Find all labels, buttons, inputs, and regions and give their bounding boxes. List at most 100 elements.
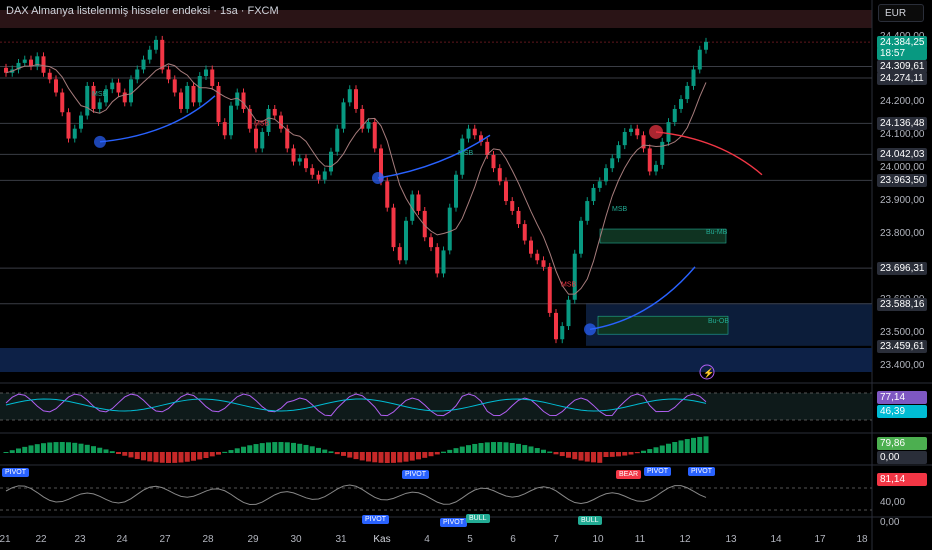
signal-tag: PIVOT — [644, 467, 672, 476]
histogram-bar — [184, 452, 190, 462]
histogram-bar — [697, 436, 703, 453]
histogram-bar — [53, 442, 59, 453]
x-tick-label: 22 — [35, 534, 47, 545]
price-chart[interactable]: MSB MSB MSB MSB MSB Bu-MB Bu-OB ⚡ — [0, 0, 932, 550]
structure-label: Bu-MB — [706, 229, 728, 236]
candle-body — [560, 326, 565, 340]
candle-body — [391, 207, 396, 248]
x-tick-label: 18 — [856, 534, 868, 545]
chart-background — [0, 0, 932, 550]
candle-body — [335, 128, 340, 152]
structure-label: MSB — [561, 282, 577, 289]
candle-body — [191, 85, 196, 103]
candle-body — [135, 69, 140, 80]
price-label: 24.274,11 — [877, 72, 927, 86]
candle-body — [29, 59, 33, 67]
candle-body — [672, 108, 677, 123]
histogram-bar — [372, 452, 378, 463]
histogram-bar — [284, 442, 290, 453]
candle-body — [160, 39, 165, 70]
histogram-bar — [534, 448, 540, 453]
histogram-bar — [241, 446, 246, 453]
histogram-bar — [528, 446, 534, 453]
candle-body — [272, 108, 277, 116]
price-label: 23.696,31 — [877, 262, 927, 276]
rsi-band — [0, 393, 872, 420]
histogram-bar — [209, 452, 215, 457]
histogram-bar — [559, 452, 565, 457]
histogram-bar — [591, 452, 596, 463]
price-label: 24.042,03 — [877, 148, 927, 162]
histogram-bar — [609, 452, 615, 457]
candle-body — [79, 115, 83, 129]
histogram-bar — [553, 452, 559, 455]
histogram-bar — [366, 452, 371, 462]
histogram-bar — [597, 452, 603, 463]
candle-body — [322, 171, 327, 180]
structure-label: MSB — [254, 120, 270, 127]
candle-body — [610, 158, 615, 169]
histogram-bar — [353, 452, 359, 460]
candle-body — [210, 69, 215, 86]
candle-body — [260, 131, 265, 149]
osc-axis-label: 0,00 — [880, 517, 900, 528]
candle-body — [204, 69, 208, 77]
histogram-bar — [691, 437, 696, 453]
histogram-bar — [3, 452, 9, 453]
indicator-value-label: 0,00 — [877, 451, 927, 464]
histogram-bar — [434, 452, 440, 455]
y-tick-label: 23.400,00 — [880, 359, 925, 371]
signal-tag: PIVOT — [2, 468, 30, 477]
candle-body — [454, 174, 458, 208]
histogram-bar — [322, 449, 328, 453]
histogram-bar — [541, 449, 546, 453]
histogram-bar — [253, 444, 259, 453]
histogram-bar — [522, 445, 528, 453]
candle-body — [222, 122, 227, 136]
structure-label: MSB — [612, 206, 628, 213]
candle-body — [616, 145, 621, 159]
currency-selector[interactable]: EUR — [878, 4, 924, 22]
histogram-bar — [403, 452, 409, 462]
histogram-bar — [328, 451, 334, 453]
histogram-bar — [416, 452, 421, 460]
histogram-bar — [659, 445, 665, 453]
histogram-bar — [41, 443, 46, 453]
candle-body — [216, 85, 221, 123]
candle-body — [472, 128, 477, 136]
histogram-bar — [647, 449, 653, 453]
candle-body — [97, 102, 102, 109]
candle-body — [585, 201, 590, 221]
demand-zone — [0, 348, 872, 372]
histogram-bar — [78, 443, 84, 453]
signal-tag: PIVOT — [688, 467, 716, 476]
histogram-bar — [459, 446, 465, 453]
histogram-bar — [153, 452, 159, 463]
histogram-bar — [547, 451, 553, 453]
candle-body — [535, 253, 540, 261]
histogram-bar — [291, 442, 296, 453]
candle-body — [129, 79, 133, 103]
price-label: 18:57 — [877, 47, 927, 61]
histogram-bar — [503, 442, 509, 453]
x-tick-label: 27 — [159, 534, 171, 545]
candle-body — [629, 128, 633, 132]
histogram-bar — [466, 445, 471, 453]
candle-body — [22, 59, 27, 63]
histogram-bar — [622, 452, 628, 456]
histogram-bar — [222, 451, 228, 453]
histogram-bar — [234, 448, 240, 453]
histogram-bar — [672, 442, 678, 453]
histogram-bar — [641, 450, 646, 453]
histogram-bar — [109, 451, 115, 453]
x-tick-label: 13 — [725, 534, 737, 545]
signal-tag: BULL — [466, 514, 490, 523]
x-tick-label: 10 — [592, 534, 604, 545]
x-tick-label: 6 — [510, 534, 516, 545]
candle-body — [316, 174, 321, 180]
histogram-bar — [428, 452, 434, 457]
candle-body — [547, 266, 552, 313]
signal-tag: BULL — [578, 516, 602, 525]
signal-tag: BEAR — [616, 470, 642, 479]
histogram-bar — [22, 446, 28, 453]
